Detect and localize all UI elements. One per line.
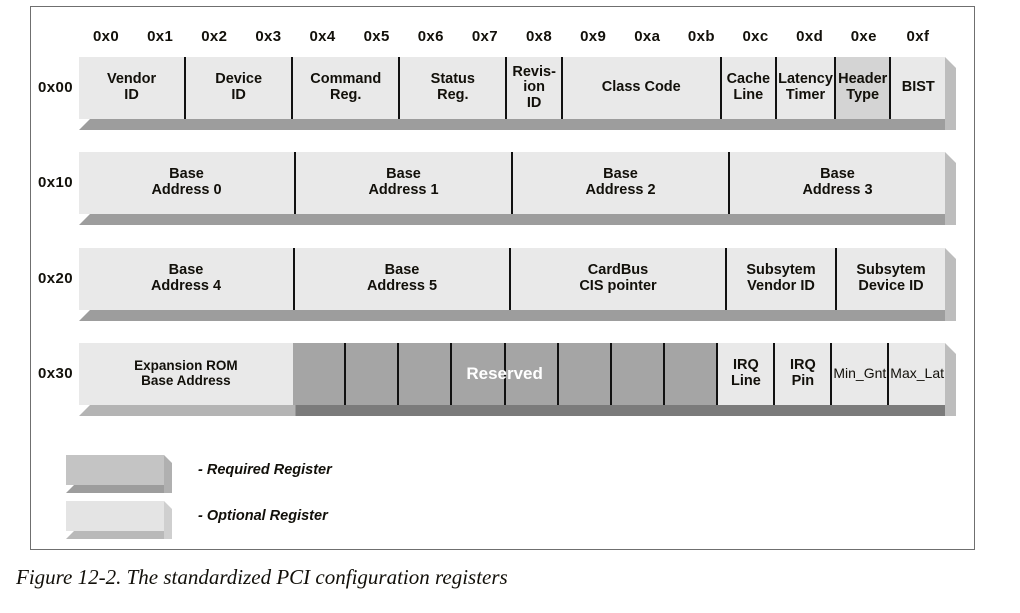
legend-swatch-bevel-bottom (66, 531, 164, 539)
column-header-0xb: 0xb (687, 28, 715, 45)
legend-swatch-face (66, 501, 164, 531)
legend-label: - Required Register (198, 462, 332, 478)
column-header-0x6: 0x6 (417, 28, 444, 45)
reserved-byte-cell (663, 343, 717, 405)
register-cell-command-reg: Command Reg. (291, 57, 399, 119)
legend-swatch-bevel-right (164, 455, 172, 493)
column-header-0x9: 0x9 (580, 28, 607, 45)
column-header-0xe: 0xe (850, 28, 877, 45)
figure-caption: Figure 12-2. The standardized PCI config… (16, 565, 508, 589)
reserved-byte-cell (344, 343, 398, 405)
row-offset-label-0x20: 0x20 (38, 270, 73, 287)
register-row-bar: Vendor ID Device ID Command Reg. Status Reg… (79, 57, 946, 119)
register-cell-irq-pin: IRQ Pin (773, 343, 831, 405)
register-cell-subsytem-device-id: Subsytem Device ID (835, 248, 945, 310)
legend-swatch-required (66, 455, 172, 493)
row-bevel-bottom (79, 214, 945, 225)
column-header-0xa: 0xa (634, 28, 661, 45)
column-header-0x3: 0x3 (255, 28, 282, 45)
column-header-strip: 0x0 0x1 0x2 0x3 0x4 0x5 0x6 0x7 0x8 0x9 0xa 0xb 0xc 0… (79, 26, 945, 48)
legend-swatch-optional (66, 501, 172, 539)
register-cell-max-lat: Max_Lat (887, 343, 945, 405)
register-row-0x20: 0x20 Base Address 4 Base Address 5 CardBus … (38, 248, 956, 321)
register-cell-irq-line: IRQ Line (716, 343, 774, 405)
register-cell-class-code: Class Code (560, 57, 720, 119)
reserved-byte-cell (292, 343, 345, 405)
register-cell-min-gnt: Min_Gnt (830, 343, 888, 405)
register-cell-status-reg: Status Reg. (398, 57, 506, 119)
reserved-byte-cell (503, 343, 557, 405)
register-cell-base-address-2: Base Address 2 (511, 152, 728, 214)
register-row-0x00: 0x00 Vendor ID Device ID Command Reg. Status… (38, 57, 956, 130)
column-header-0x7: 0x7 (471, 28, 499, 45)
register-cell-bist: BIST (889, 57, 946, 119)
register-cell-header-type: Header Type (833, 57, 890, 119)
register-cell-vendor-id: Vendor ID (79, 57, 185, 119)
reserved-byte-cell (450, 343, 504, 405)
register-cell-cardbus-cis-pointer: CardBus CIS pointer (509, 248, 725, 310)
row-bevel-right (945, 248, 956, 321)
legend-swatch-face (66, 455, 164, 485)
legend-row-required: - Required Register (66, 455, 332, 501)
row-offset-label-0x10: 0x10 (38, 174, 73, 191)
row-bevel-bottom (79, 310, 945, 321)
register-row-bar: Expansion ROM Base Address Reserved IRQ Li… (79, 343, 945, 405)
register-cell-expansion-rom-base-address: Expansion ROM Base Address (79, 343, 293, 405)
legend-swatch-bevel-bottom (66, 485, 164, 493)
row-offset-label-0x30: 0x30 (38, 365, 73, 382)
column-header-0xf: 0xf (906, 28, 930, 45)
row-bevel-right (945, 152, 956, 225)
register-cell-device-id: Device ID (184, 57, 292, 119)
legend-label: - Optional Register (198, 508, 328, 524)
column-header-0x1: 0x1 (147, 28, 174, 45)
register-cell-subsytem-vendor-id: Subsytem Vendor ID (725, 248, 835, 310)
column-header-0x5: 0x5 (363, 28, 390, 45)
figure-page: 0x0 0x1 0x2 0x3 0x4 0x5 0x6 0x7 0x8 0x9 0xa 0xb 0xc 0… (0, 0, 1020, 613)
row-offset-label-0x00: 0x00 (38, 79, 73, 96)
register-row-0x10: 0x10 Base Address 0 Base Address 1 Base Add… (38, 152, 956, 225)
column-header-0xc: 0xc (742, 28, 769, 45)
register-cell-base-address-4: Base Address 4 (79, 248, 293, 310)
reserved-byte-cell (556, 343, 611, 405)
register-cell-base-address-0: Base Address 0 (79, 152, 294, 214)
register-cell-revis-ion-id: Revis- ion ID (505, 57, 561, 119)
row-bevel-bottom (79, 119, 945, 130)
column-header-0xd: 0xd (796, 28, 824, 45)
column-header-0x0: 0x0 (92, 28, 120, 45)
reserved-byte-cell (397, 343, 451, 405)
register-row-0x30: 0x30 Expansion ROM Base Address Reserved IR… (38, 343, 956, 416)
column-header-0x2: 0x2 (201, 28, 228, 45)
reserved-byte-cell (610, 343, 664, 405)
reserved-region: Reserved (292, 343, 717, 405)
register-cell-latency-timer: Latency Timer (775, 57, 834, 119)
register-row-bar: Base Address 4 Base Address 5 CardBus CIS … (79, 248, 945, 310)
legend: - Required Register - Optional Register (66, 455, 332, 547)
row-bevel-bottom (79, 405, 945, 416)
legend-row-optional: - Optional Register (66, 501, 332, 547)
row-bevel-right (945, 343, 956, 416)
register-cell-cache-line: Cache Line (719, 57, 776, 119)
row-bevel-right (945, 57, 956, 130)
register-cell-base-address-1: Base Address 1 (294, 152, 511, 214)
register-cell-base-address-5: Base Address 5 (293, 248, 509, 310)
register-row-bar: Base Address 0 Base Address 1 Base Address… (79, 152, 945, 214)
column-header-0x8: 0x8 (525, 28, 553, 45)
register-cell-base-address-3: Base Address 3 (728, 152, 945, 214)
legend-swatch-bevel-right (164, 501, 172, 539)
column-header-0x4: 0x4 (309, 28, 336, 45)
